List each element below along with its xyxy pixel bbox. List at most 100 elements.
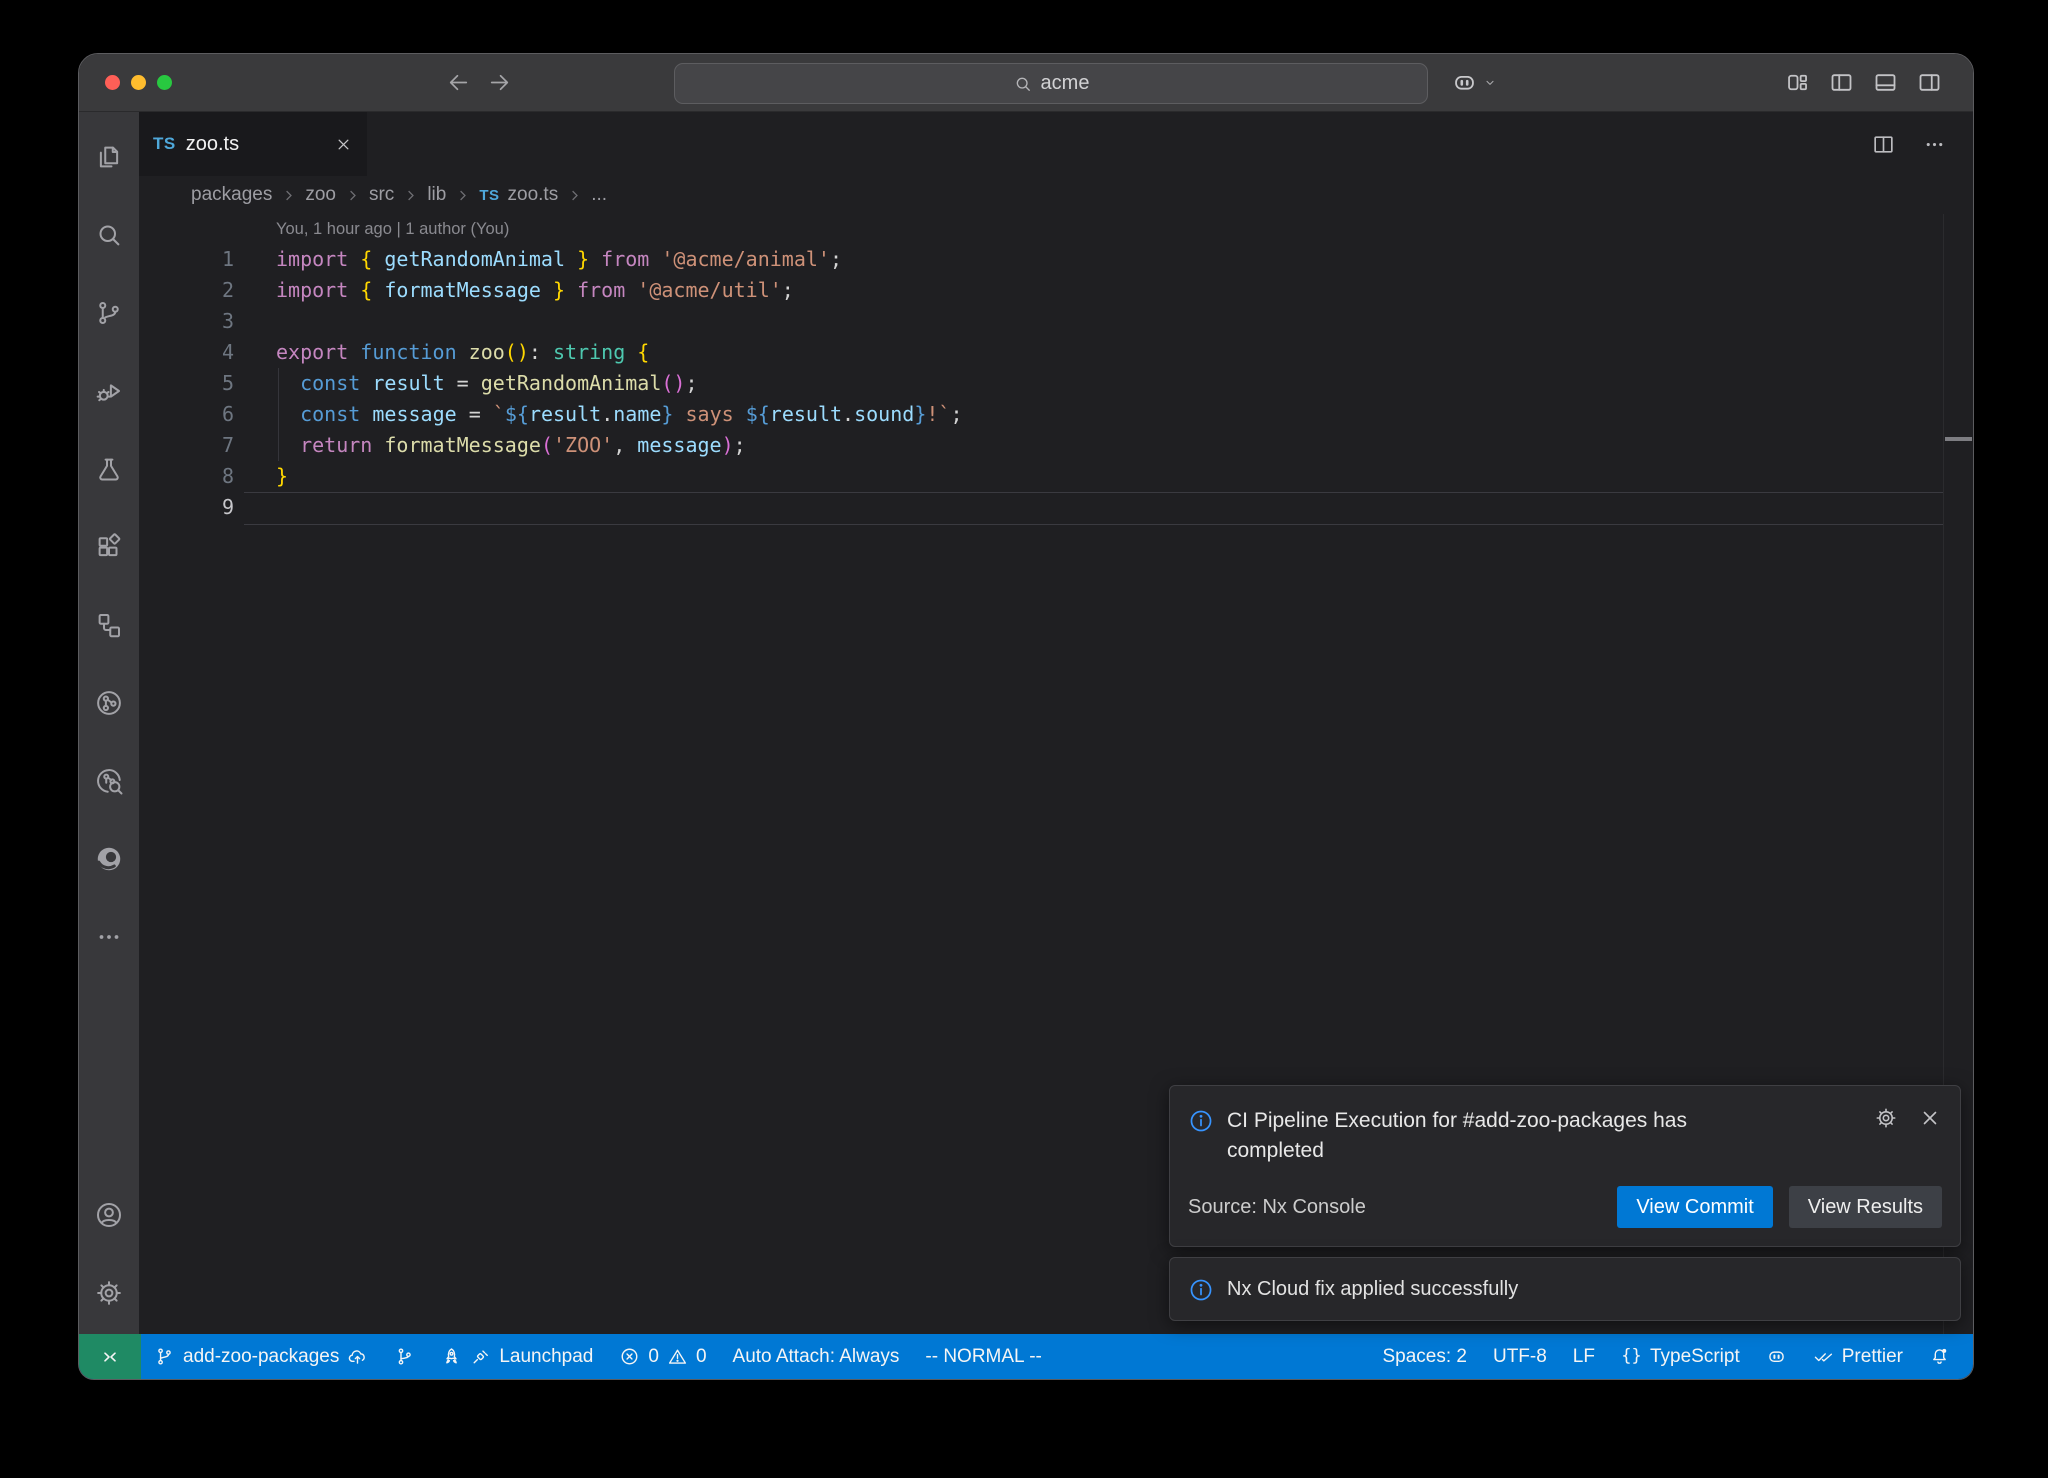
code-line-2[interactable]: 2import { formatMessage } from '@acme/ut… bbox=[139, 275, 1973, 306]
code-line-5[interactable]: 5 const result = getRandomAnimal(); bbox=[139, 368, 1973, 399]
status-label: TypeScript bbox=[1650, 1346, 1740, 1368]
line-number[interactable]: 5 bbox=[139, 368, 234, 399]
activity-item-gitlens[interactable] bbox=[79, 664, 139, 742]
breadcrumb-item--[interactable]: ... bbox=[591, 184, 607, 206]
indent-guide bbox=[278, 368, 279, 461]
chevron-right-icon bbox=[281, 188, 296, 203]
command-center-search[interactable]: acme bbox=[674, 63, 1428, 104]
chevron-right-icon bbox=[403, 188, 418, 203]
toggle-primary-sidebar-icon[interactable] bbox=[1828, 69, 1855, 96]
double-check-icon bbox=[1813, 1346, 1834, 1367]
activity-item-run-and-debug[interactable] bbox=[79, 352, 139, 430]
tab-zoo-ts[interactable]: TS zoo.ts bbox=[139, 112, 367, 176]
activity-item-testing[interactable] bbox=[79, 430, 139, 508]
line-number[interactable]: 4 bbox=[139, 337, 234, 368]
code-line-7[interactable]: 7 return formatMessage('ZOO', message); bbox=[139, 430, 1973, 461]
accounts-icon bbox=[94, 1200, 124, 1230]
view-results-button[interactable]: View Results bbox=[1789, 1186, 1942, 1228]
breadcrumb-item-zoo[interactable]: zoo bbox=[305, 184, 336, 206]
status-label: Launchpad bbox=[499, 1346, 593, 1368]
line-number[interactable]: 3 bbox=[139, 306, 234, 337]
status-label: -- NORMAL -- bbox=[925, 1346, 1041, 1368]
search-icon bbox=[94, 220, 124, 250]
remote-indicator[interactable] bbox=[79, 1334, 141, 1379]
formatter-item[interactable]: Prettier bbox=[1800, 1334, 1916, 1379]
minimize-window-button[interactable] bbox=[131, 75, 146, 90]
zoom-window-button[interactable] bbox=[157, 75, 172, 90]
activity-item-accounts[interactable] bbox=[79, 1176, 139, 1254]
line-number[interactable]: 6 bbox=[139, 399, 234, 430]
notifications-bell-item[interactable] bbox=[1916, 1334, 1963, 1379]
line-number[interactable]: 7 bbox=[139, 430, 234, 461]
close-tab-icon[interactable] bbox=[334, 135, 353, 154]
chevron-right-icon bbox=[345, 188, 360, 203]
activity-item-additional-views[interactable] bbox=[79, 898, 139, 976]
activity-item-extensions[interactable] bbox=[79, 508, 139, 586]
eol-item[interactable]: LF bbox=[1560, 1334, 1608, 1379]
screen-background: { "titlebar": { "search_value": "acme", … bbox=[0, 0, 2048, 1478]
toggle-secondary-sidebar-icon[interactable] bbox=[1916, 69, 1943, 96]
indentation-item[interactable]: Spaces: 2 bbox=[1369, 1334, 1480, 1379]
breadcrumb-item-zoo-ts[interactable]: TSzoo.ts bbox=[479, 184, 558, 206]
activity-item-nx-console[interactable] bbox=[79, 586, 139, 664]
view-commit-button[interactable]: View Commit bbox=[1617, 1186, 1772, 1228]
activity-bar bbox=[79, 112, 139, 1334]
vim-mode-item[interactable]: -- NORMAL -- bbox=[912, 1334, 1054, 1379]
chevron-right-icon bbox=[567, 188, 582, 203]
gitlens-inspect-icon bbox=[94, 766, 124, 796]
status-label: Prettier bbox=[1842, 1346, 1903, 1368]
commit-graph-icon bbox=[394, 1346, 415, 1367]
customize-layout-icon[interactable] bbox=[1784, 69, 1811, 96]
search-icon bbox=[1013, 74, 1033, 94]
breadcrumb-item-packages[interactable]: packages bbox=[191, 184, 272, 206]
code-line-6[interactable]: 6 const message = `${result.name} says $… bbox=[139, 399, 1973, 430]
breadcrumb-item-lib[interactable]: lib bbox=[427, 184, 446, 206]
close-notification-icon[interactable] bbox=[1918, 1106, 1942, 1130]
code-line-4[interactable]: 4export function zoo(): string { bbox=[139, 337, 1973, 368]
gitlens-icon bbox=[94, 688, 124, 718]
back-arrow-icon[interactable] bbox=[446, 70, 471, 95]
nx-cloud-notification: Nx Cloud fix applied successfully bbox=[1169, 1257, 1961, 1321]
code-line-3[interactable]: 3 bbox=[139, 306, 1973, 337]
source-control-graph-item[interactable] bbox=[381, 1334, 428, 1379]
close-window-button[interactable] bbox=[105, 75, 120, 90]
remote-icon bbox=[98, 1345, 122, 1369]
window-controls bbox=[105, 54, 172, 111]
activity-item-manage[interactable] bbox=[79, 1254, 139, 1332]
status-label: UTF-8 bbox=[1493, 1346, 1547, 1368]
toggle-panel-icon[interactable] bbox=[1872, 69, 1899, 96]
gitlens-blame-annotation[interactable]: You, 1 hour ago | 1 author (You) bbox=[139, 214, 1973, 244]
more-actions-icon[interactable] bbox=[1922, 132, 1947, 157]
problems-item[interactable]: 00 bbox=[606, 1334, 719, 1379]
code-line-8[interactable]: 8} bbox=[139, 461, 1973, 492]
line-number[interactable]: 2 bbox=[139, 275, 234, 306]
plug-icon bbox=[470, 1346, 491, 1367]
forward-arrow-icon[interactable] bbox=[487, 70, 512, 95]
activity-item-search[interactable] bbox=[79, 196, 139, 274]
line-number[interactable]: 9 bbox=[139, 492, 234, 523]
activity-item-gitlens-inspect[interactable] bbox=[79, 742, 139, 820]
activity-item-explorer[interactable] bbox=[79, 118, 139, 196]
activity-item-source-control[interactable] bbox=[79, 274, 139, 352]
activity-item-edge-tools[interactable] bbox=[79, 820, 139, 898]
line-number[interactable]: 1 bbox=[139, 244, 234, 275]
language-item[interactable]: {}TypeScript bbox=[1608, 1334, 1753, 1379]
copilot-item[interactable] bbox=[1753, 1334, 1800, 1379]
code-line-1[interactable]: 1import { getRandomAnimal } from '@acme/… bbox=[139, 244, 1973, 275]
rocket-icon bbox=[441, 1346, 462, 1367]
auto-attach-item[interactable]: Auto Attach: Always bbox=[720, 1334, 913, 1379]
notification-settings-icon[interactable] bbox=[1874, 1106, 1898, 1130]
breadcrumb-item-src[interactable]: src bbox=[369, 184, 394, 206]
line-number[interactable]: 8 bbox=[139, 461, 234, 492]
additional-views-icon bbox=[94, 922, 124, 952]
notification-toasts: CI Pipeline Execution for #add-zoo-packa… bbox=[1169, 1085, 1961, 1321]
code-line-9[interactable]: 9 bbox=[139, 492, 1973, 523]
testing-icon bbox=[94, 454, 124, 484]
split-editor-icon[interactable] bbox=[1871, 132, 1896, 157]
chevron-right-icon bbox=[455, 188, 470, 203]
copilot-menu[interactable] bbox=[1451, 54, 1498, 111]
launchpad-item[interactable]: Launchpad bbox=[428, 1334, 606, 1379]
encoding-item[interactable]: UTF-8 bbox=[1480, 1334, 1560, 1379]
extensions-icon bbox=[94, 532, 124, 562]
git-branch-item[interactable]: add-zoo-packages bbox=[141, 1334, 381, 1379]
